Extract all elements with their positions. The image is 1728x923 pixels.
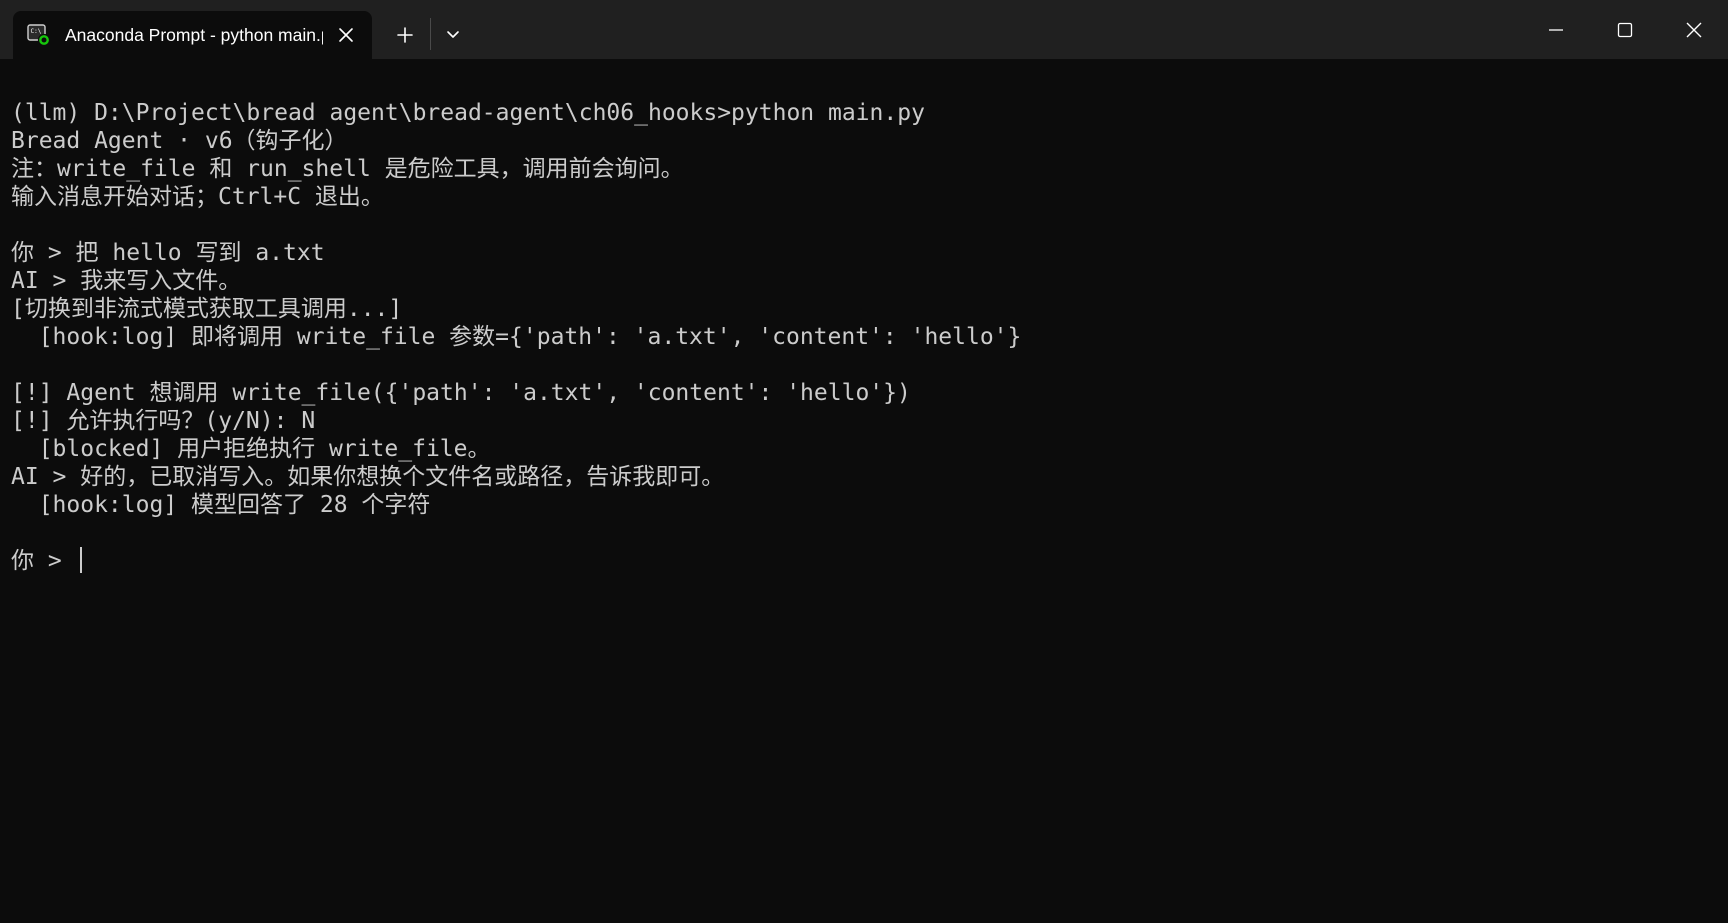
console-line: [blocked] 用户拒绝执行 write_file。 — [11, 436, 491, 462]
terminal-icon: C:\ — [27, 23, 51, 47]
console-line: 输入消息开始对话；Ctrl+C 退出。 — [11, 184, 384, 210]
console-line: [切换到非流式模式获取工具调用...] — [11, 296, 403, 322]
title-bar[interactable]: C:\ Anaconda Prompt - python main.py — [0, 0, 1728, 59]
console-line: (llm) D:\Project\bread agent\bread-agent… — [11, 100, 925, 126]
console-line: [!] Agent 想调用 write_file({'path': 'a.txt… — [11, 380, 911, 406]
plus-icon — [397, 27, 413, 43]
tab-divider — [430, 18, 431, 50]
console-line: [!] 允许执行吗？(y/N): N — [11, 408, 316, 434]
new-tab-button[interactable] — [388, 20, 422, 50]
console-line: [hook:log] 模型回答了 28 个字符 — [11, 492, 431, 518]
svg-text:C:\: C:\ — [31, 28, 42, 35]
tab-title: Anaconda Prompt - python main.py — [65, 25, 323, 45]
console-line: AI > 好的，已取消写入。如果你想换个文件名或路径，告诉我即可。 — [11, 464, 725, 490]
terminal-window: C:\ Anaconda Prompt - python main.py (ll… — [0, 0, 1728, 923]
chevron-down-icon — [447, 31, 459, 38]
tab-anaconda-prompt[interactable]: C:\ Anaconda Prompt - python main.py — [13, 11, 372, 59]
maximize-icon — [1617, 22, 1633, 38]
console-line: Bread Agent · v6（钩子化） — [11, 128, 348, 154]
console-lines: (llm) D:\Project\bread agent\bread-agent… — [11, 99, 1711, 575]
console-line: AI > 我来写入文件。 — [11, 268, 242, 294]
minimize-button[interactable] — [1521, 0, 1590, 59]
minimize-icon — [1549, 29, 1563, 31]
console-line: 注：write_file 和 run_shell 是危险工具，调用前会询问。 — [11, 156, 684, 182]
tab-close-icon[interactable] — [336, 25, 356, 45]
console-line: 你 > 把 hello 写到 a.txt — [11, 240, 325, 266]
input-prompt: 你 > — [11, 548, 76, 574]
console-line: [hook:log] 即将调用 write_file 参数={'path': '… — [11, 324, 1022, 350]
console-output[interactable]: (llm) D:\Project\bread agent\bread-agent… — [0, 59, 1728, 923]
text-cursor — [79, 547, 82, 573]
close-window-button[interactable] — [1659, 0, 1728, 59]
maximize-button[interactable] — [1590, 0, 1659, 59]
input-prompt-line[interactable]: 你 > — [11, 547, 1711, 575]
tab-dropdown-button[interactable] — [438, 20, 468, 50]
close-icon — [1686, 22, 1702, 38]
